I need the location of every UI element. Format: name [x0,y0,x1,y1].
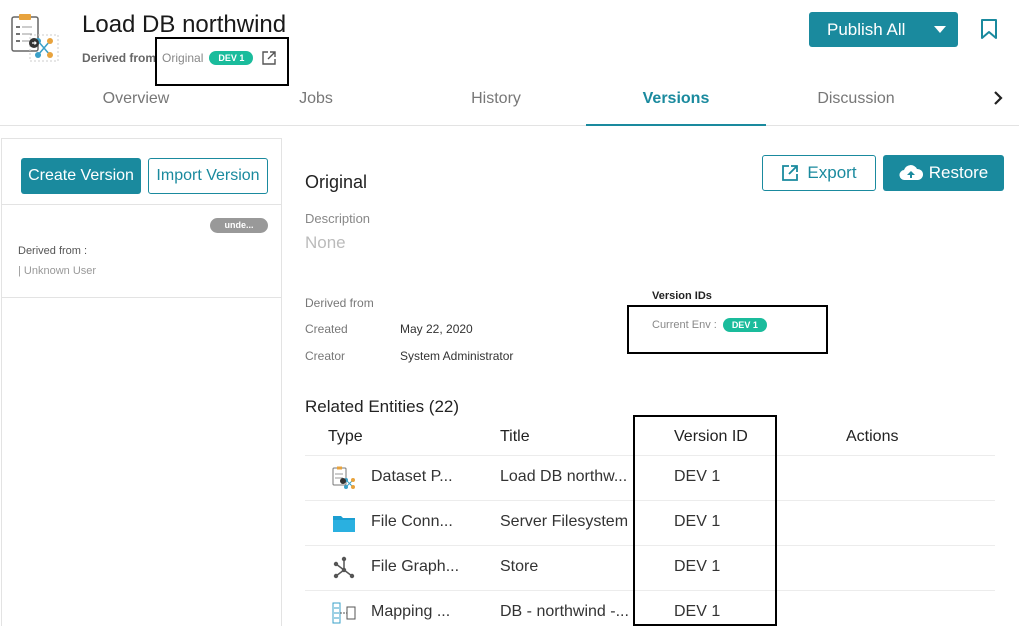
row-title[interactable]: Server Filesystem [500,513,628,531]
import-version-button[interactable]: Import Version [148,158,268,194]
folder-icon [333,516,355,532]
status-badge: unde... [210,218,268,233]
highlight-box-derived [155,37,289,86]
description-label: Description [305,211,371,226]
column-header-title: Title [500,428,530,445]
column-header-actions: Actions [846,428,899,445]
highlight-box-version-id [633,415,777,626]
row-title[interactable]: DB - northwind -... [500,603,629,621]
publish-all-label: Publish All [827,19,906,39]
row-title[interactable]: Load DB northw... [500,468,627,486]
related-entities-title: Related Entities (22) [305,397,460,416]
row-type: Mapping ... [371,603,451,620]
row-type: File Conn... [371,513,453,530]
graph-icon [333,556,355,579]
created-label: Created [305,322,348,336]
export-label: Export [807,163,857,182]
restore-button[interactable]: Restore [883,155,1004,191]
description-value: None [305,233,346,252]
export-button[interactable]: Export [762,155,876,191]
row-type: Dataset P... [371,468,453,485]
dataset-pipeline-icon [11,14,59,62]
caret-down-icon [934,25,946,33]
derived-from-label: Derived from [82,51,157,65]
dataset-pipeline-icon [332,466,355,489]
publish-dropdown[interactable] [922,25,958,34]
creator-label: Creator [305,349,346,363]
highlight-box-current-env [627,305,828,354]
publish-all-button[interactable]: Publish All [809,12,958,47]
column-header-type: Type [328,428,363,445]
derived-from-meta-label: Derived from [305,296,374,310]
card-derived-from: Derived from : [18,245,88,257]
mapping-icon [332,602,356,624]
creator-value: System Administrator [400,349,514,363]
tab-overview[interactable]: Overview [70,80,202,126]
create-version-button[interactable]: Create Version [21,158,141,194]
tab-bar: Overview Jobs History Versions Discussio… [0,80,1019,126]
tab-versions[interactable]: Versions [586,80,766,126]
card-user: | Unknown User [18,265,97,277]
tab-jobs[interactable]: Jobs [250,80,382,126]
cloud-upload-icon [899,165,923,181]
row-type: File Graph... [371,558,460,575]
version-list-item[interactable]: unde... Derived from : | Unknown User [2,205,281,298]
tab-discussion[interactable]: Discussion [790,80,922,126]
tab-history[interactable]: History [430,80,562,126]
created-value: May 22, 2020 [400,322,473,336]
version-ids-title: Version IDs [652,290,712,302]
page-title: Load DB northwind [82,11,287,38]
restore-label: Restore [928,163,989,182]
row-title[interactable]: Store [500,558,538,576]
chevron-right-icon[interactable] [988,89,1008,107]
versions-list-panel: Create Version Import Version unde... De… [1,138,282,626]
bookmark-icon[interactable] [980,18,998,40]
version-title: Original [305,172,368,192]
export-icon [782,165,799,181]
